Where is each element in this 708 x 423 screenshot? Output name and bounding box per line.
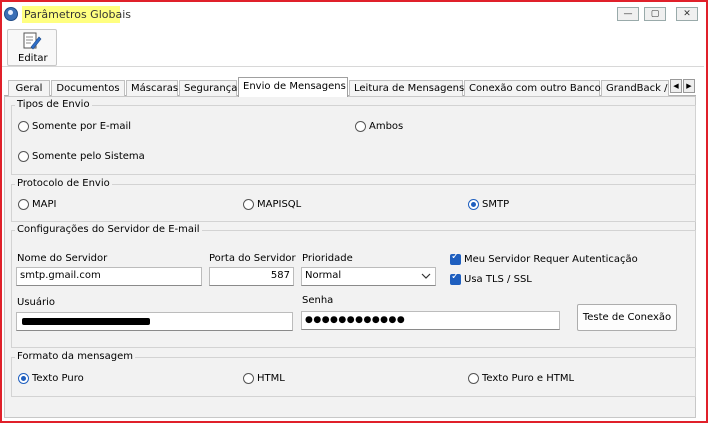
close-button[interactable]: ✕ xyxy=(676,7,698,21)
toolbar xyxy=(2,27,704,67)
minimize-button[interactable]: — xyxy=(617,7,639,21)
window-title: Parâmetros Globais xyxy=(24,8,131,21)
tab-scroll-right-icon[interactable]: ▶ xyxy=(683,79,695,93)
radio-somente-sistema[interactable]: Somente pelo Sistema xyxy=(18,151,145,162)
radio-label: HTML xyxy=(257,373,285,384)
radio-button[interactable] xyxy=(355,121,366,132)
usuario-label: Usuário xyxy=(17,297,56,308)
radio-button-selected[interactable] xyxy=(18,373,29,384)
radio-button[interactable] xyxy=(18,151,29,162)
tab-geral[interactable]: Geral xyxy=(8,80,50,96)
edit-icon xyxy=(23,32,42,50)
tab-mascaras[interactable]: Máscaras xyxy=(126,80,178,96)
radio-mapisql[interactable]: MAPISQL xyxy=(243,199,301,210)
tipos-envio-title: Tipos de Envio xyxy=(15,99,92,110)
auth-checkbox-row[interactable]: Meu Servidor Requer Autenticação xyxy=(450,251,638,265)
radio-label: Ambos xyxy=(369,121,404,132)
redaction-bar xyxy=(22,318,150,325)
prioridade-value: Normal xyxy=(305,270,342,281)
prioridade-select[interactable]: Normal xyxy=(301,267,436,286)
maximize-button[interactable]: ▢ xyxy=(644,7,666,21)
radio-label: MAPI xyxy=(32,199,57,210)
auth-label: Meu Servidor Requer Autenticação xyxy=(464,254,638,265)
tab-documentos[interactable]: Documentos xyxy=(51,80,125,96)
radio-button[interactable] xyxy=(18,121,29,132)
formato-group xyxy=(11,357,696,397)
radio-smtp[interactable]: SMTP xyxy=(468,199,509,210)
protocolo-group xyxy=(11,184,696,222)
radio-button[interactable] xyxy=(468,373,479,384)
tab-leitura-de-mensagens[interactable]: Leitura de Mensagens xyxy=(349,80,464,96)
radio-label: Texto Puro xyxy=(32,373,84,384)
tab-scroll-left-icon[interactable]: ◀ xyxy=(670,79,682,93)
radio-button[interactable] xyxy=(243,373,254,384)
tab-envio-de-mensagens[interactable]: Envio de Mensagens xyxy=(238,77,348,97)
radio-label: MAPISQL xyxy=(257,199,302,210)
chevron-down-icon[interactable] xyxy=(421,272,431,280)
radio-somente-email[interactable]: Somente por E-mail xyxy=(18,121,131,132)
tab-grandback[interactable]: GrandBack / I xyxy=(601,80,669,96)
teste-conexao-button[interactable]: Teste de Conexão xyxy=(577,304,677,331)
radio-button[interactable] xyxy=(243,199,254,210)
radio-button[interactable] xyxy=(18,199,29,210)
prioridade-label: Prioridade xyxy=(302,253,353,264)
radio-ambos[interactable]: Ambos xyxy=(355,121,403,132)
senha-label: Senha xyxy=(302,295,334,306)
tls-checkbox-row[interactable]: Usa TLS / SSL xyxy=(450,271,532,285)
protocolo-title: Protocolo de Envio xyxy=(15,178,112,189)
edit-button-label: Editar xyxy=(18,53,48,64)
radio-mapi[interactable]: MAPI xyxy=(18,199,56,210)
formato-title: Formato da mensagem xyxy=(15,351,136,362)
radio-button-selected[interactable] xyxy=(468,199,479,210)
radio-texto-puro-html[interactable]: Texto Puro e HTML xyxy=(468,373,574,384)
servidor-title: Configurações do Servidor de E-mail xyxy=(15,224,202,235)
nome-servidor-label: Nome do Servidor xyxy=(17,253,108,264)
tab-seguranca[interactable]: Segurança xyxy=(179,80,237,96)
auth-checkbox[interactable] xyxy=(450,251,461,265)
tls-label: Usa TLS / SSL xyxy=(464,274,532,285)
nome-servidor-input[interactable]: smtp.gmail.com xyxy=(16,267,202,286)
porta-servidor-label: Porta do Servidor xyxy=(209,253,296,264)
tab-conexao-outro-banco[interactable]: Conexão com outro Banco xyxy=(464,80,601,96)
radio-html[interactable]: HTML xyxy=(243,373,285,384)
senha-input[interactable]: ●●●●●●●●●●●● xyxy=(301,311,560,330)
radio-label: Texto Puro e HTML xyxy=(482,373,575,384)
tipos-envio-group xyxy=(11,105,696,175)
radio-texto-puro[interactable]: Texto Puro xyxy=(18,373,84,384)
radio-label: Somente pelo Sistema xyxy=(32,151,145,162)
tls-checkbox[interactable] xyxy=(450,271,461,285)
radio-label: Somente por E-mail xyxy=(32,121,132,132)
radio-label: SMTP xyxy=(482,199,510,210)
app-globe-icon xyxy=(4,7,18,21)
porta-servidor-input[interactable]: 587 xyxy=(209,267,294,286)
